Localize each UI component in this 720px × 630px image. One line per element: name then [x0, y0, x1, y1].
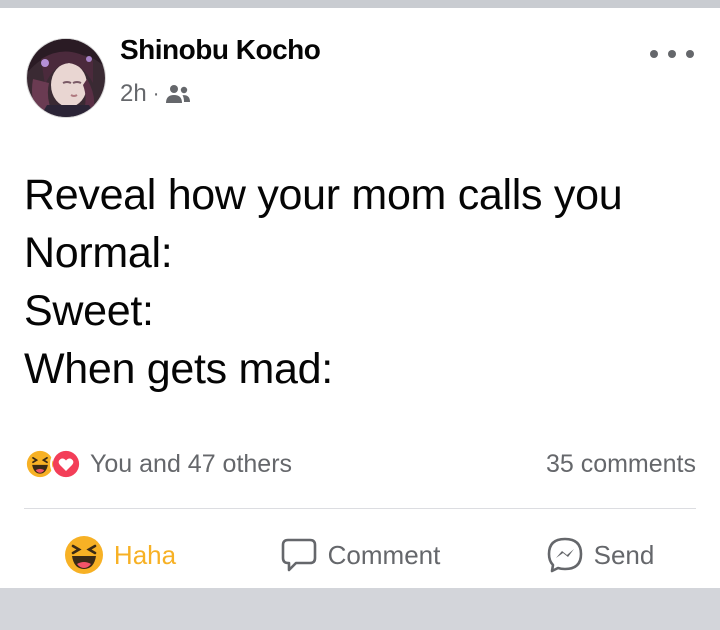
divider [24, 508, 696, 509]
comment-count[interactable]: 35 comments [546, 450, 696, 479]
reactions-row: You and 47 others 35 comments [24, 444, 696, 484]
haha-icon [64, 536, 103, 574]
more-dot [650, 50, 658, 58]
author-name[interactable]: Shinobu Kocho [120, 34, 321, 66]
send-button[interactable]: Send [480, 536, 720, 574]
post-text-line: When gets mad: [24, 345, 333, 393]
avatar-image [27, 39, 105, 117]
comment-label: Comment [327, 539, 441, 570]
haha-button[interactable]: Haha [0, 535, 240, 575]
post-card: Shinobu Kocho 2h · Reveal how your mom c… [0, 8, 720, 588]
post-meta: 2h · [120, 80, 191, 108]
post-text-line: Normal: [24, 229, 173, 277]
comment-button[interactable]: Comment [240, 536, 480, 574]
messenger-icon [547, 537, 582, 573]
haha-label: Haha [113, 539, 177, 570]
avatar[interactable] [26, 38, 106, 118]
more-dot [668, 50, 676, 58]
post-text-line: Sweet: [24, 287, 154, 335]
reaction-summary-text: You and 47 others [90, 449, 293, 478]
post-text: Reveal how your mom calls you Normal: Sw… [24, 166, 714, 398]
feed-background [0, 588, 720, 630]
reaction-summary-link[interactable]: You and 47 others [24, 448, 292, 480]
comment-icon [281, 538, 316, 572]
post-time[interactable]: 2h [120, 80, 147, 108]
post-text-line: Reveal how your mom calls you [24, 171, 623, 219]
friends-icon[interactable] [165, 83, 191, 105]
more-dot [686, 50, 694, 58]
more-options-icon[interactable] [650, 42, 694, 66]
action-bar: Haha Comment Send [0, 520, 720, 590]
love-icon [50, 448, 82, 480]
send-label: Send [593, 539, 655, 570]
meta-separator: · [152, 82, 160, 105]
